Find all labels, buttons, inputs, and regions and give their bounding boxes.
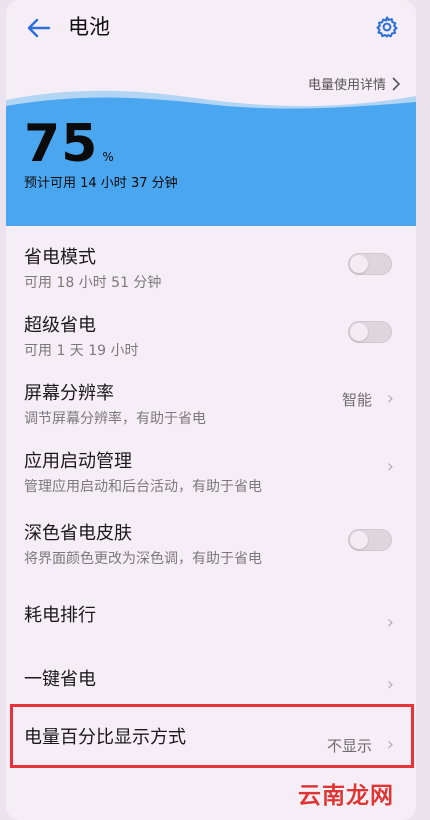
toggle-switch[interactable]	[348, 253, 392, 275]
setting-description: 管理应用启动和后台活动，有助于省电	[24, 479, 262, 495]
chevron-right-icon: ›	[386, 388, 394, 409]
setting-description: 将界面颜色更改为深色调，有助于省电	[24, 551, 262, 567]
setting-row-power-consumption-ranking[interactable]: 耗电排行 ›	[6, 584, 416, 648]
battery-percent-value: 75	[24, 114, 99, 174]
chevron-right-icon: ›	[386, 456, 394, 477]
setting-description: 可用 1 天 19 小时	[24, 343, 139, 359]
setting-label: 耗电排行	[24, 605, 96, 626]
page-title: 电池	[68, 15, 110, 39]
setting-row-dark-power-skin[interactable]: 深色省电皮肤 将界面颜色更改为深色调，有助于省电	[6, 512, 416, 584]
chevron-right-icon: ›	[386, 612, 394, 633]
chevron-right-icon: ›	[386, 734, 394, 755]
watermark-logo: 云南龙网	[298, 783, 394, 809]
setting-label: 应用启动管理	[24, 451, 132, 472]
chevron-right-icon: ›	[386, 674, 394, 695]
settings-button[interactable]	[370, 10, 404, 44]
percent-symbol: %	[102, 150, 114, 164]
toggle-switch[interactable]	[348, 529, 392, 551]
setting-description: 调节屏幕分辨率，有助于省电	[24, 411, 206, 427]
battery-percentage: 75 %	[24, 116, 114, 172]
setting-value: 不显示	[326, 737, 372, 755]
setting-row-app-launch-management[interactable]: 应用启动管理管理应用启动和后台活动，有助于省电 ›	[6, 440, 416, 512]
back-button[interactable]	[22, 12, 54, 44]
toggle-switch[interactable]	[348, 321, 392, 343]
setting-row-power-saving-mode[interactable]: 省电模式 可用 18 小时 51 分钟	[6, 236, 416, 304]
setting-row-ultra-power-saving[interactable]: 超级省电 可用 1 天 19 小时	[6, 304, 416, 372]
setting-label: 一键省电	[24, 669, 96, 690]
battery-estimate: 预计可用 14 小时 37 分钟	[24, 176, 178, 191]
setting-row-battery-percentage-display[interactable]: 电量百分比显示方式 › 不显示	[6, 708, 416, 768]
setting-row-one-tap-power-saving[interactable]: 一键省电 ›	[6, 648, 416, 708]
setting-description: 可用 18 小时 51 分钟	[24, 275, 162, 291]
setting-value: 智能	[341, 391, 372, 409]
settings-list: 省电模式 可用 18 小时 51 分钟 超级省电 可用 1 天 19 小时 屏幕分辨率调…	[6, 236, 416, 768]
gear-icon	[376, 16, 398, 38]
top-bar: 电池	[6, 0, 416, 56]
arrow-left-icon	[27, 18, 51, 38]
battery-screen: 电池 电量使用详情 75 % 预计可用 14 小时 37 分钟 省电模式 可用 1…	[6, 0, 416, 820]
setting-row-screen-resolution[interactable]: 屏幕分辨率 调节屏幕分辨率，有助于省电 › 智能	[6, 372, 416, 440]
